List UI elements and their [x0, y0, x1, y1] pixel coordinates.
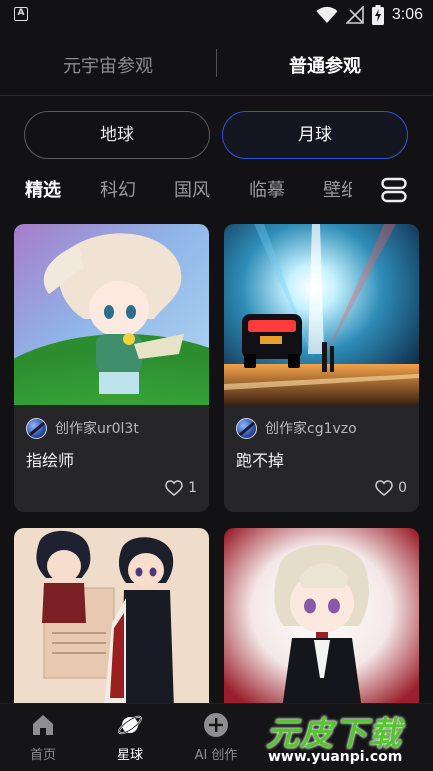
category-tabs: 精选 科幻 国风 临摹 壁纸 — [0, 172, 433, 206]
moon-button[interactable]: 月球 — [222, 111, 408, 159]
nav-home-label: 首页 — [29, 748, 56, 763]
site-watermark: 元皮下载 www.yuanpi.com — [262, 705, 433, 771]
nav-home[interactable]: 首页 — [3, 712, 83, 763]
app-screen: A 3:06 元宇宙参观 普通参观 地球 月球 精选 科幻 国风 临摹 壁纸 创… — [0, 0, 433, 771]
nav-ai-create[interactable]: AI 创作 — [176, 712, 256, 763]
work-title: 跑不掉 — [236, 451, 285, 470]
home-icon — [33, 715, 53, 735]
add-circle-icon — [204, 713, 228, 737]
no-signal-icon — [345, 6, 364, 24]
tab-metaverse-visit[interactable]: 元宇宙参观 — [0, 52, 216, 78]
work-title: 指绘师 — [26, 451, 75, 470]
planet-icon — [118, 715, 142, 735]
heart-icon — [165, 480, 183, 496]
author-avatar — [26, 417, 47, 439]
status-bar: A 3:06 — [0, 0, 433, 30]
author-info[interactable]: 创作家ur0l3t — [26, 417, 139, 439]
category-scifi[interactable]: 科幻 — [100, 176, 136, 202]
author-info[interactable]: 创作家cg1vzo — [236, 417, 357, 439]
status-icons: 3:06 — [316, 4, 423, 26]
like-button[interactable]: 0 — [375, 480, 407, 496]
layout-toggle-icon[interactable] — [381, 177, 407, 203]
author-name: 创作家cg1vzo — [265, 421, 357, 437]
work-meta: 创作家ur0l3t 指绘师 1 — [14, 405, 209, 512]
category-featured[interactable]: 精选 — [25, 176, 61, 202]
author-name: 创作家ur0l3t — [55, 421, 139, 437]
work-image-two-boys — [14, 528, 209, 709]
nav-planet-label: 星球 — [116, 748, 143, 763]
watermark-logo: 元皮下载 — [266, 714, 402, 753]
work-image-white-hair-boy — [224, 528, 419, 709]
wifi-icon — [316, 6, 338, 24]
author-avatar — [236, 417, 257, 439]
work-image-car-light — [224, 224, 419, 405]
visit-mode-tabs: 元宇宙参观 普通参观 — [0, 36, 433, 90]
nav-ai-create-label: AI 创作 — [194, 748, 238, 763]
watermark-url: www.yuanpi.com — [268, 749, 403, 765]
like-button[interactable]: 1 — [165, 480, 197, 496]
work-card[interactable] — [224, 528, 419, 728]
like-count: 0 — [398, 480, 407, 496]
work-card[interactable]: 创作家cg1vzo 跑不掉 0 — [224, 224, 419, 512]
heart-icon — [375, 480, 393, 496]
work-meta: 创作家cg1vzo 跑不掉 0 — [224, 405, 419, 512]
category-wallpaper[interactable]: 壁纸 — [323, 176, 352, 202]
status-time: 3:06 — [391, 6, 423, 23]
category-guofeng[interactable]: 国风 — [174, 176, 210, 202]
category-copy[interactable]: 临摹 — [249, 176, 285, 202]
work-image-chibi-elf — [14, 224, 209, 405]
earth-button[interactable]: 地球 — [24, 111, 210, 159]
work-card[interactable]: 创作家ur0l3t 指绘师 1 — [14, 224, 209, 512]
tab-normal-visit[interactable]: 普通参观 — [217, 52, 433, 78]
nav-planet[interactable]: 星球 — [90, 712, 170, 763]
header-divider — [0, 95, 433, 96]
like-count: 1 — [188, 480, 197, 496]
work-card[interactable] — [14, 528, 209, 728]
notification-app-icon: A — [14, 7, 28, 21]
battery-charging-icon — [371, 5, 384, 25]
category-scroller[interactable]: 精选 科幻 国风 临摹 壁纸 — [0, 172, 352, 206]
